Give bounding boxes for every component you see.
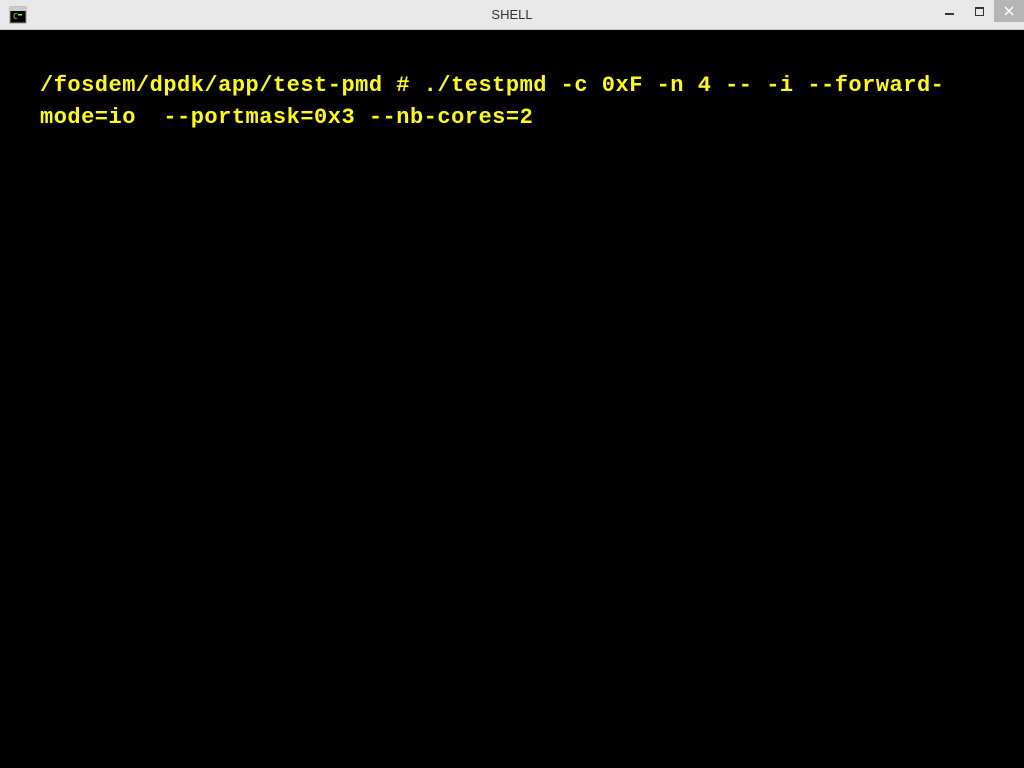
maximize-button[interactable] — [964, 0, 994, 22]
shell-window: C SHELL /fosdem/dpdk/app/test-pmd # ./te… — [0, 0, 1024, 768]
terminal-app-icon: C — [8, 5, 28, 25]
terminal-line: /fosdem/dpdk/app/test-pmd # ./testpmd -c… — [40, 73, 944, 130]
window-title: SHELL — [491, 7, 532, 22]
window-controls — [934, 0, 1024, 22]
minimize-icon — [945, 13, 954, 15]
maximize-icon — [975, 7, 984, 16]
close-icon — [1004, 6, 1014, 16]
close-button[interactable] — [994, 0, 1024, 22]
svg-text:C: C — [13, 12, 18, 21]
terminal-output[interactable]: /fosdem/dpdk/app/test-pmd # ./testpmd -c… — [0, 30, 1024, 768]
minimize-button[interactable] — [934, 0, 964, 22]
titlebar[interactable]: C SHELL — [0, 0, 1024, 30]
